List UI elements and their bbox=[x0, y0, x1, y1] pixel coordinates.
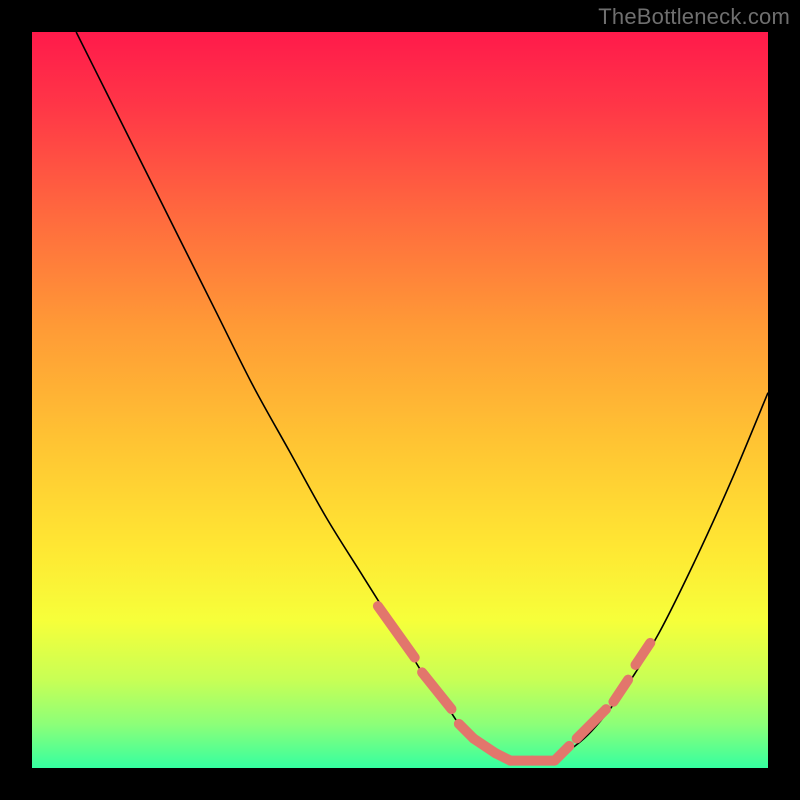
plot-area bbox=[32, 32, 768, 768]
bottleneck-chart bbox=[32, 32, 768, 768]
gradient-background bbox=[32, 32, 768, 768]
chart-stage: TheBottleneck.com bbox=[0, 0, 800, 800]
watermark-text: TheBottleneck.com bbox=[598, 4, 790, 30]
